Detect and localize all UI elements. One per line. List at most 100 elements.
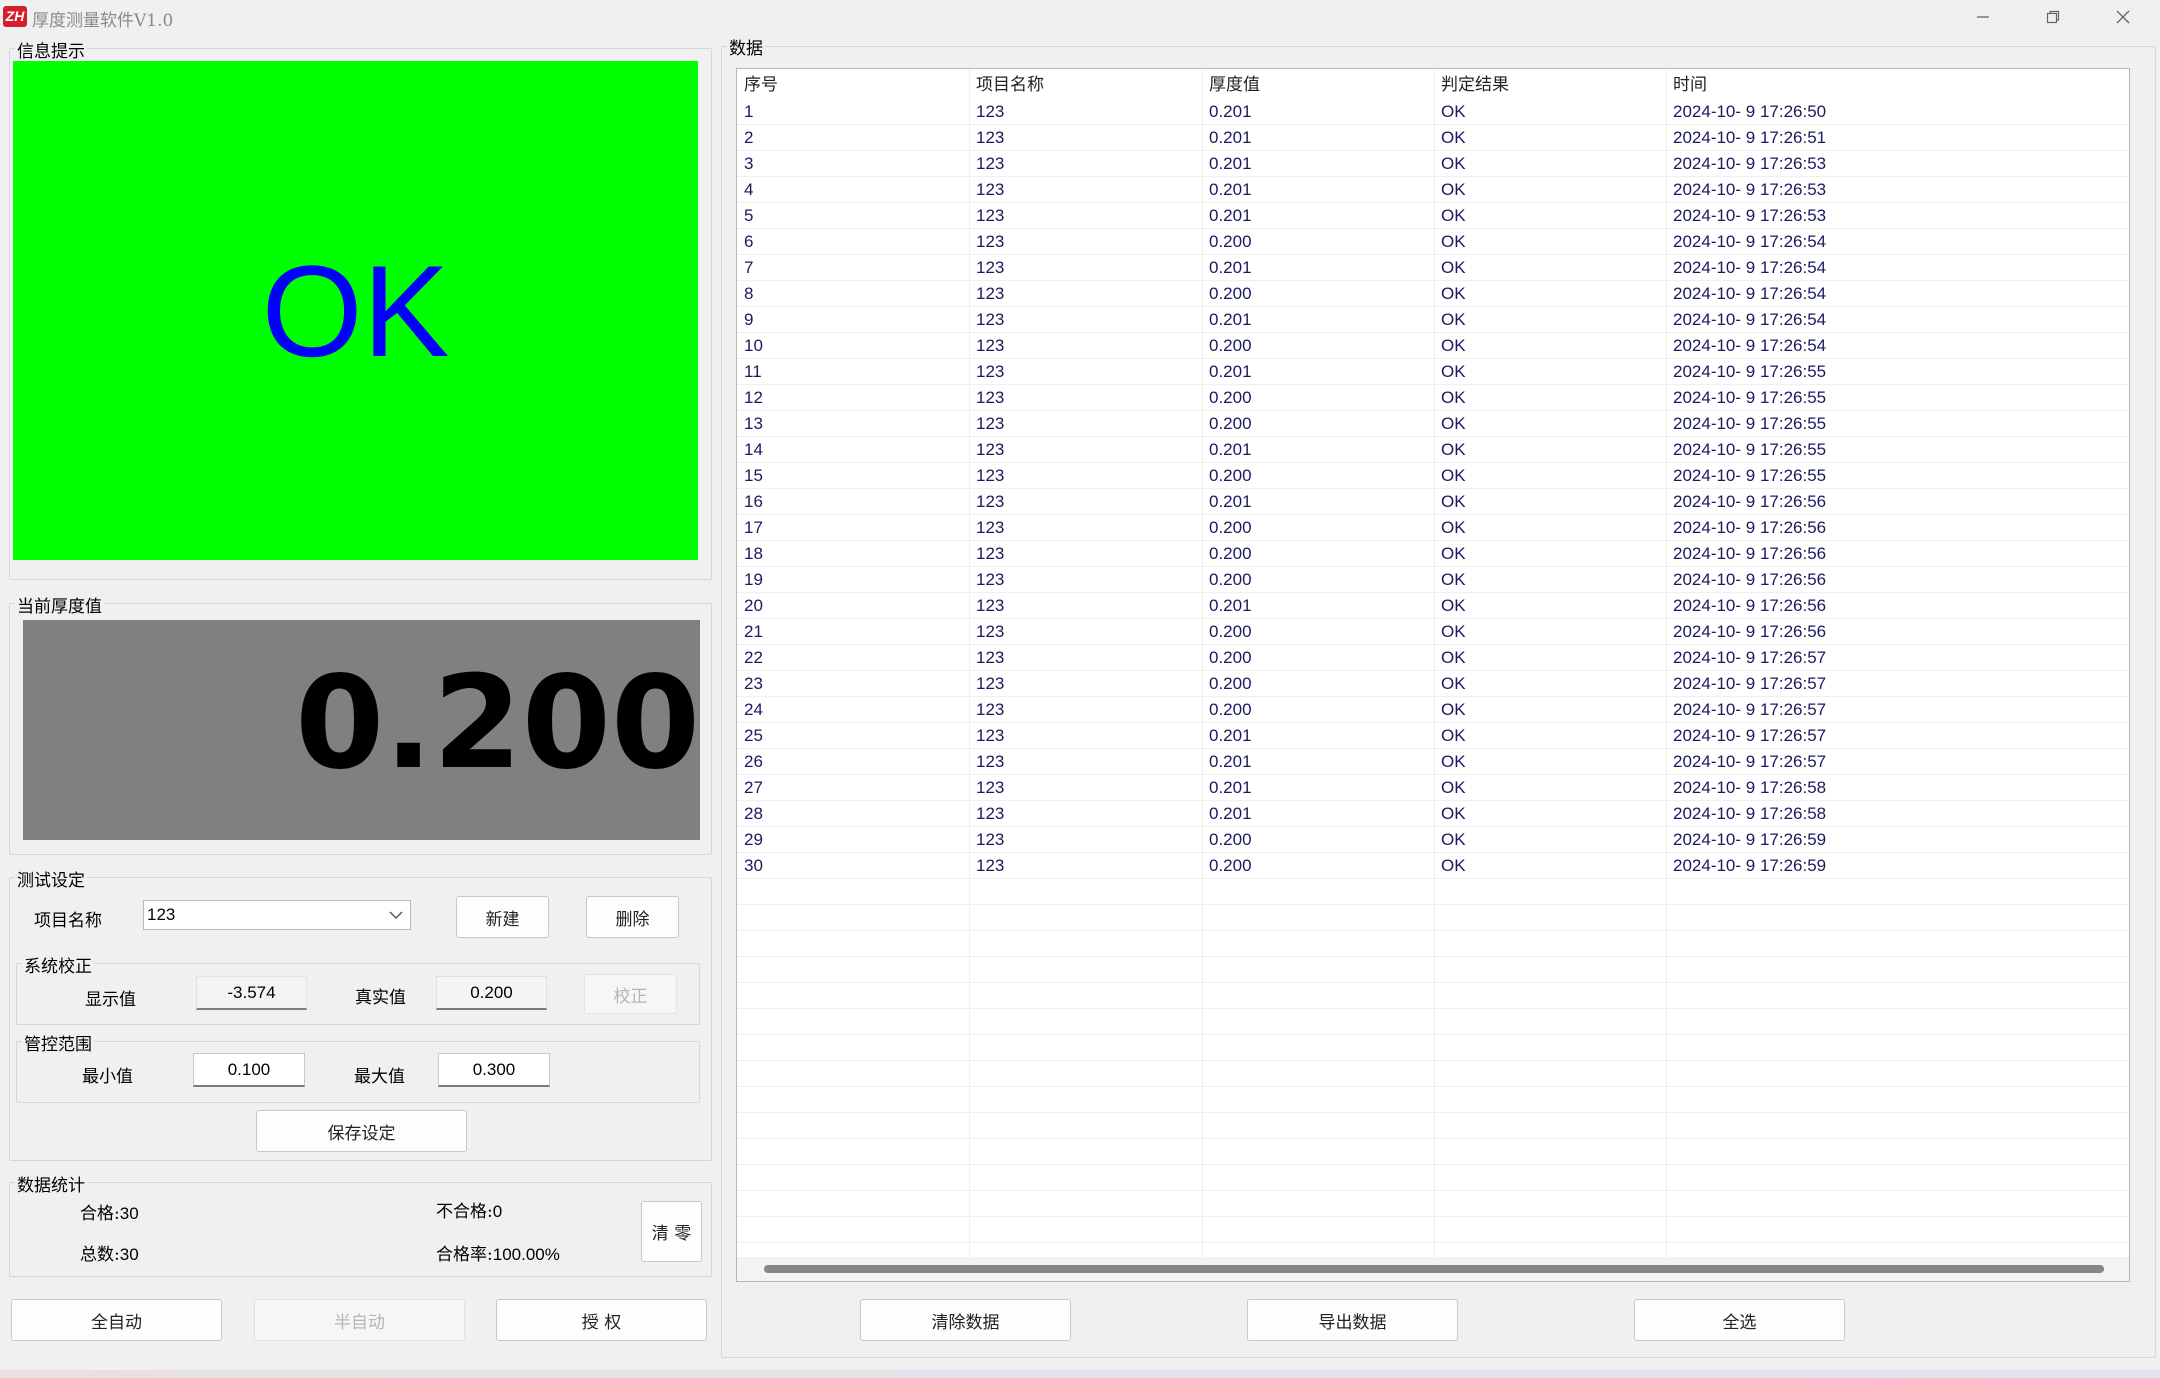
cell-thickness: 0.200: [1209, 284, 1252, 303]
cell-thickness: 0.201: [1209, 804, 1252, 823]
max-value-input[interactable]: 0.300: [438, 1053, 550, 1087]
min-value-input[interactable]: 0.100: [193, 1053, 305, 1087]
table-row[interactable]: [737, 1087, 2129, 1113]
table-row[interactable]: [737, 1009, 2129, 1035]
cell-index: 11: [744, 362, 762, 381]
minimize-icon: [1977, 16, 1989, 18]
table-row[interactable]: 21 123 0.200 OK 2024-10- 9 17:26:56: [737, 619, 2129, 645]
restore-button[interactable]: [2021, 0, 2085, 34]
table-row[interactable]: 29 123 0.200 OK 2024-10- 9 17:26:59: [737, 827, 2129, 853]
table-row[interactable]: [737, 1165, 2129, 1191]
clear-data-button[interactable]: 清除数据: [860, 1299, 1071, 1341]
header-thickness[interactable]: 厚度值: [1202, 69, 1434, 99]
cell-thickness: 0.201: [1209, 362, 1252, 381]
table-row[interactable]: 30 123 0.200 OK 2024-10- 9 17:26:59: [737, 853, 2129, 879]
cell-project-name: 123: [976, 570, 1005, 589]
cell-index: 3: [744, 154, 754, 173]
table-row[interactable]: [737, 1061, 2129, 1087]
horizontal-scrollbar[interactable]: [737, 1257, 2129, 1281]
cell-thickness: 0.201: [1209, 492, 1252, 511]
range-group-label: 管控范围: [22, 1030, 94, 1055]
authorize-button[interactable]: 授 权: [496, 1299, 707, 1341]
table-row[interactable]: 4 123 0.201 OK 2024-10- 9 17:26:53: [737, 177, 2129, 203]
table-row[interactable]: 24 123 0.200 OK 2024-10- 9 17:26:57: [737, 697, 2129, 723]
table-row[interactable]: [737, 905, 2129, 931]
export-data-button[interactable]: 导出数据: [1247, 1299, 1458, 1341]
cell-result: OK: [1441, 206, 1466, 225]
table-row[interactable]: 1 123 0.201 OK 2024-10- 9 17:26:50: [737, 99, 2129, 125]
table-row[interactable]: 3 123 0.201 OK 2024-10- 9 17:26:53: [737, 151, 2129, 177]
table-row[interactable]: [737, 1035, 2129, 1061]
select-all-button[interactable]: 全选: [1634, 1299, 1845, 1341]
table-row[interactable]: 23 123 0.200 OK 2024-10- 9 17:26:57: [737, 671, 2129, 697]
table-row[interactable]: 9 123 0.201 OK 2024-10- 9 17:26:54: [737, 307, 2129, 333]
cell-index: 14: [744, 440, 763, 459]
cell-thickness: 0.201: [1209, 102, 1252, 121]
cell-time: 2024-10- 9 17:26:57: [1673, 726, 1827, 745]
table-row[interactable]: [737, 879, 2129, 905]
table-row[interactable]: 19 123 0.200 OK 2024-10- 9 17:26:56: [737, 567, 2129, 593]
close-button[interactable]: [2091, 0, 2155, 34]
minimize-button[interactable]: [1951, 0, 2015, 34]
data-table[interactable]: 序号 项目名称 厚度值 判定结果 时间 1 123 0.201 OK 2024-10- …: [736, 68, 2130, 1282]
table-row[interactable]: 15 123 0.200 OK 2024-10- 9 17:26:55: [737, 463, 2129, 489]
table-row[interactable]: 10 123 0.200 OK 2024-10- 9 17:26:54: [737, 333, 2129, 359]
new-button[interactable]: 新建: [456, 896, 549, 938]
cell-index: 28: [744, 804, 763, 823]
cell-project-name: 123: [976, 440, 1005, 459]
table-body: 1 123 0.201 OK 2024-10- 9 17:26:50 2 123 0.201 O…: [737, 99, 2129, 1259]
calibration-group-label: 系统校正: [22, 952, 94, 977]
delete-button[interactable]: 删除: [586, 896, 679, 938]
table-row[interactable]: 12 123 0.200 OK 2024-10- 9 17:26:55: [737, 385, 2129, 411]
table-row[interactable]: 20 123 0.201 OK 2024-10- 9 17:26:56: [737, 593, 2129, 619]
table-row[interactable]: 28 123 0.201 OK 2024-10- 9 17:26:58: [737, 801, 2129, 827]
cell-time: 2024-10- 9 17:26:58: [1673, 778, 1827, 797]
cell-project-name: 123: [976, 388, 1005, 407]
cell-project-name: 123: [976, 518, 1005, 537]
cell-index: 24: [744, 700, 763, 719]
cell-thickness: 0.200: [1209, 336, 1252, 355]
table-row[interactable]: [737, 983, 2129, 1009]
cell-index: 2: [744, 128, 754, 147]
table-row[interactable]: [737, 1217, 2129, 1243]
table-row[interactable]: 16 123 0.201 OK 2024-10- 9 17:26:56: [737, 489, 2129, 515]
table-row[interactable]: 26 123 0.201 OK 2024-10- 9 17:26:57: [737, 749, 2129, 775]
table-row[interactable]: [737, 931, 2129, 957]
cell-thickness: 0.200: [1209, 648, 1252, 667]
table-row[interactable]: 22 123 0.200 OK 2024-10- 9 17:26:57: [737, 645, 2129, 671]
cell-thickness: 0.200: [1209, 466, 1252, 485]
calibrate-button[interactable]: 校正: [584, 974, 677, 1014]
table-row[interactable]: 18 123 0.200 OK 2024-10- 9 17:26:56: [737, 541, 2129, 567]
cell-time: 2024-10- 9 17:26:57: [1673, 648, 1827, 667]
reset-stats-button[interactable]: 清 零: [641, 1201, 702, 1262]
table-row[interactable]: 17 123 0.200 OK 2024-10- 9 17:26:56: [737, 515, 2129, 541]
save-settings-button[interactable]: 保存设定: [256, 1110, 467, 1152]
table-row[interactable]: 14 123 0.201 OK 2024-10- 9 17:26:55: [737, 437, 2129, 463]
scrollbar-thumb[interactable]: [764, 1265, 2104, 1273]
table-row[interactable]: [737, 957, 2129, 983]
header-project-name[interactable]: 项目名称: [969, 69, 1202, 99]
table-row[interactable]: [737, 1113, 2129, 1139]
header-time[interactable]: 时间: [1666, 69, 1966, 99]
table-row[interactable]: [737, 1139, 2129, 1165]
real-value-input[interactable]: 0.200: [436, 976, 547, 1010]
table-row[interactable]: [737, 1191, 2129, 1217]
table-row[interactable]: 11 123 0.201 OK 2024-10- 9 17:26:55: [737, 359, 2129, 385]
table-row[interactable]: 25 123 0.201 OK 2024-10- 9 17:26:57: [737, 723, 2129, 749]
cell-result: OK: [1441, 648, 1466, 667]
table-row[interactable]: 13 123 0.200 OK 2024-10- 9 17:26:55: [737, 411, 2129, 437]
table-row[interactable]: 2 123 0.201 OK 2024-10- 9 17:26:51: [737, 125, 2129, 151]
project-name-select[interactable]: 123: [143, 900, 411, 930]
cell-thickness: 0.201: [1209, 596, 1252, 615]
cell-project-name: 123: [976, 284, 1005, 303]
cell-result: OK: [1441, 622, 1466, 641]
table-row[interactable]: 8 123 0.200 OK 2024-10- 9 17:26:54: [737, 281, 2129, 307]
table-row[interactable]: 5 123 0.201 OK 2024-10- 9 17:26:53: [737, 203, 2129, 229]
table-row[interactable]: 7 123 0.201 OK 2024-10- 9 17:26:54: [737, 255, 2129, 281]
semi-auto-button[interactable]: 半自动: [254, 1299, 465, 1341]
table-row[interactable]: 6 123 0.200 OK 2024-10- 9 17:26:54: [737, 229, 2129, 255]
table-row[interactable]: 27 123 0.201 OK 2024-10- 9 17:26:58: [737, 775, 2129, 801]
full-auto-button[interactable]: 全自动: [11, 1299, 222, 1341]
header-index[interactable]: 序号: [737, 69, 969, 99]
header-result[interactable]: 判定结果: [1434, 69, 1666, 99]
